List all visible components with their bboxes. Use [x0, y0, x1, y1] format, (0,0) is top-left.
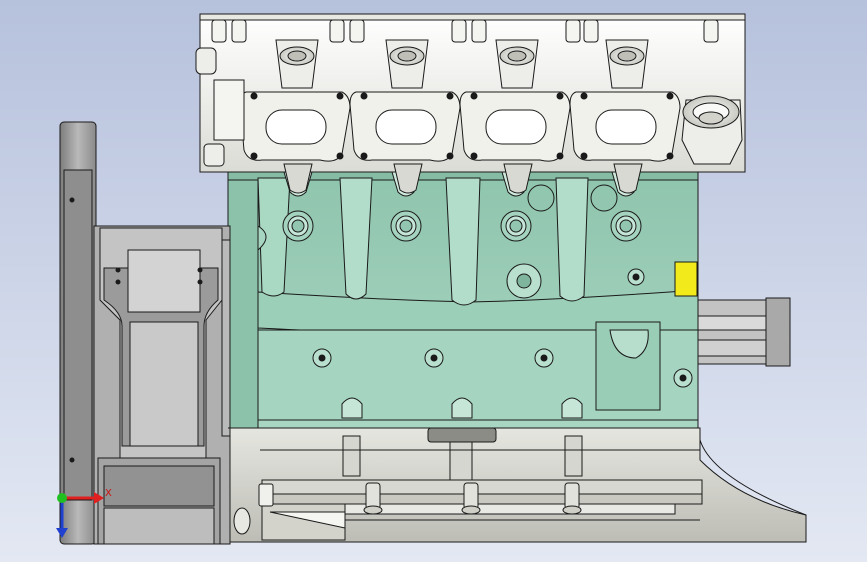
oil-filter-boss: [427, 427, 497, 443]
cylinder-block[interactable]: [227, 169, 699, 429]
cad-graphics-viewport[interactable]: X: [0, 0, 867, 562]
selected-face-highlight[interactable]: [674, 261, 698, 297]
crank-snout[interactable]: [697, 297, 791, 367]
y-axis-dot: [57, 493, 67, 503]
drain-plug: [233, 507, 251, 535]
engine-model-view[interactable]: [0, 0, 867, 562]
cylinder-head[interactable]: [195, 13, 746, 194]
x-axis-label: X: [105, 488, 112, 499]
coordinate-triad: X: [56, 488, 112, 538]
dipstick-plug: [258, 483, 274, 507]
thermostat-housing[interactable]: [681, 95, 743, 165]
